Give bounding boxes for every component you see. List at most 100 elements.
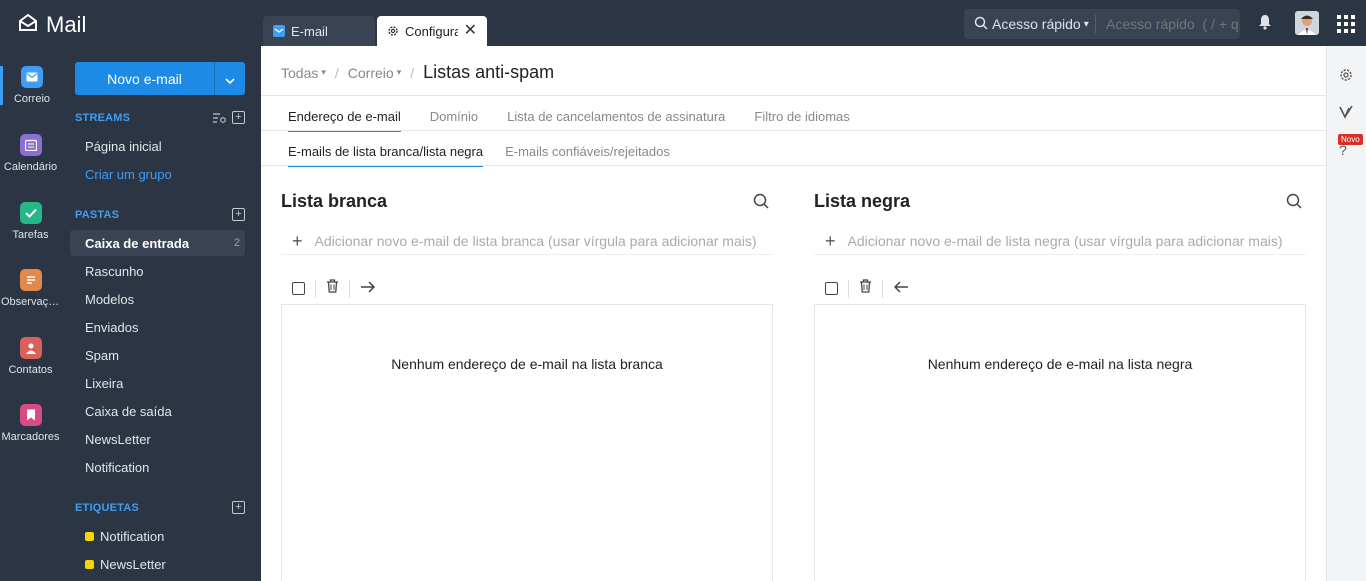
apps-grid-icon[interactable] — [1337, 15, 1355, 33]
arrow-right-icon[interactable] — [360, 280, 376, 298]
folder-drafts[interactable]: Rascunho — [70, 258, 245, 284]
whitelist-toolbar — [292, 279, 376, 298]
search-icon[interactable] — [753, 193, 769, 214]
rail-item-contacts[interactable]: Contatos — [0, 337, 61, 376]
rail-item-calendar[interactable]: Calendário — [0, 134, 61, 173]
mail-icon — [21, 66, 43, 88]
quick-access-input[interactable] — [1096, 16, 1238, 32]
folder-sent[interactable]: Enviados — [70, 314, 245, 340]
calendar-icon — [19, 134, 42, 156]
blacklist-add-field[interactable]: + Adicionar novo e-mail de lista negra (… — [814, 228, 1306, 255]
trash-icon[interactable] — [326, 279, 339, 298]
toolbar-separator — [315, 279, 316, 298]
tab-whitelist-blacklist[interactable]: E-mails de lista branca/lista negra — [288, 144, 484, 167]
page-title: Listas anti-spam — [423, 62, 555, 82]
toolbar-separator — [349, 279, 350, 298]
select-all-checkbox[interactable] — [825, 282, 838, 295]
divider — [261, 95, 1326, 96]
mail-envelope-icon — [18, 12, 46, 38]
stream-home[interactable]: Página inicial — [70, 133, 245, 159]
new-mail-dropdown[interactable] — [215, 62, 245, 95]
search-icon — [974, 16, 992, 33]
folder-outbox[interactable]: Caixa de saída — [70, 398, 245, 424]
contacts-icon — [19, 337, 42, 359]
search-icon[interactable] — [1286, 193, 1302, 214]
tag-color-dot — [85, 531, 94, 541]
quick-access-dropdown[interactable]: Acesso rápido ▾ — [964, 15, 1096, 33]
blacklist-empty-message: Nenhum endereço de e-mail na lista negra — [927, 356, 1193, 372]
create-group-link[interactable]: Criar um grupo — [70, 161, 245, 187]
rail-label-mail: Correio — [13, 93, 51, 105]
arrow-left-icon[interactable] — [893, 280, 909, 298]
breadcrumb-mail[interactable]: Correio ▾ — [348, 65, 401, 81]
whitelist-title: Lista branca — [281, 191, 388, 211]
tag-newsletter[interactable]: NewsLetter — [70, 551, 245, 577]
filter-settings-icon[interactable] — [212, 111, 226, 129]
rail-item-tasks[interactable]: Tarefas — [0, 202, 61, 241]
whitelist-add-field[interactable]: + Adicionar novo e-mail de lista branca … — [281, 228, 773, 255]
mail-icon — [273, 25, 285, 37]
add-folder-icon[interactable]: + — [232, 208, 245, 221]
rail-label-tasks: Tarefas — [12, 229, 49, 241]
divider — [261, 130, 1326, 131]
breadcrumb-all-label: Todas — [281, 64, 319, 81]
app-rail: Correio Calendário Tarefas Observações C… — [0, 46, 61, 581]
breadcrumb-mail-label: Correio — [347, 64, 394, 81]
tab-email-address[interactable]: Endereço de e-mail — [288, 109, 401, 132]
folder-trash[interactable]: Lixeira — [70, 370, 245, 396]
breadcrumb: Todas ▾ / Correio ▾ / Listas anti-spam — [281, 62, 554, 83]
select-all-checkbox[interactable] — [292, 282, 305, 295]
chevron-down-icon: ▾ — [1083, 18, 1089, 30]
tab-unsubscribe-list[interactable]: Lista de cancelamentos de assinatura — [507, 109, 725, 132]
add-stream-icon[interactable]: + — [232, 111, 245, 124]
bookmark-icon — [19, 404, 42, 426]
breadcrumb-all[interactable]: Todas ▾ — [281, 65, 326, 81]
folder-newsletter[interactable]: NewsLetter — [70, 426, 245, 452]
folder-inbox[interactable]: Caixa de entrada 2 — [70, 230, 245, 256]
rail-item-mail[interactable]: Correio — [0, 66, 61, 105]
trash-icon[interactable] — [859, 279, 872, 298]
folder-notification[interactable]: Notification — [70, 454, 245, 480]
divider — [261, 165, 1326, 166]
tab-settings[interactable]: Configurações ✕ — [377, 16, 487, 46]
rail-label-calendar: Calendário — [3, 161, 58, 173]
app-logo[interactable]: Mail — [18, 12, 86, 38]
tab-trusted-rejected[interactable]: E-mails confiáveis/rejeitados — [505, 144, 670, 167]
notes-icon — [19, 269, 42, 291]
settings-main: Todas ▾ / Correio ▾ / Listas anti-spam E… — [261, 46, 1326, 581]
blacklist-toolbar — [825, 279, 909, 298]
folder-sidebar: Novo e-mail STREAMS + Página inicial Cri… — [61, 46, 261, 581]
avatar[interactable] — [1295, 11, 1319, 35]
folder-spam[interactable]: Spam — [70, 342, 245, 368]
tab-email-label: E-mail — [291, 23, 328, 39]
folder-templates[interactable]: Modelos — [70, 286, 245, 312]
app-title: Mail — [46, 12, 87, 37]
blacklist-title: Lista negra — [814, 191, 911, 211]
rail-item-bookmarks[interactable]: Marcadores — [0, 404, 61, 443]
tab-language-filter[interactable]: Filtro de idiomas — [754, 109, 849, 132]
rail-label-contacts: Contatos — [8, 364, 53, 376]
toolbar-separator — [882, 279, 883, 298]
tags-actions: + — [232, 501, 245, 514]
quick-access-bar: Acesso rápido ▾ — [964, 9, 1240, 39]
chevron-down-icon — [225, 71, 235, 87]
tab-settings-label: Configurações — [405, 23, 458, 39]
new-badge: Novo — [1338, 134, 1363, 145]
rail-item-notes[interactable]: Observações — [0, 269, 61, 308]
tab-email[interactable]: E-mail — [263, 16, 375, 46]
primary-tabs: Endereço de e-mail Domínio Lista de canc… — [288, 109, 879, 132]
rail-label-notes: Observações — [1, 296, 61, 308]
tab-domain[interactable]: Domínio — [430, 109, 478, 132]
vertical-app-icon[interactable] — [1339, 105, 1355, 124]
tag-notification[interactable]: Notification — [70, 523, 245, 549]
bell-icon[interactable] — [1258, 14, 1272, 35]
blacklist-add-placeholder: Adicionar novo e-mail de lista negra (us… — [847, 233, 1283, 249]
new-mail-button-group: Novo e-mail — [75, 62, 245, 95]
tasks-check-icon — [19, 202, 42, 224]
gear-icon[interactable] — [1339, 68, 1353, 87]
streams-header: STREAMS — [75, 112, 131, 124]
close-icon[interactable]: ✕ — [464, 23, 477, 39]
add-tag-icon[interactable]: + — [232, 501, 245, 514]
new-mail-button[interactable]: Novo e-mail — [75, 62, 215, 95]
right-rail: ? — [1326, 46, 1366, 581]
